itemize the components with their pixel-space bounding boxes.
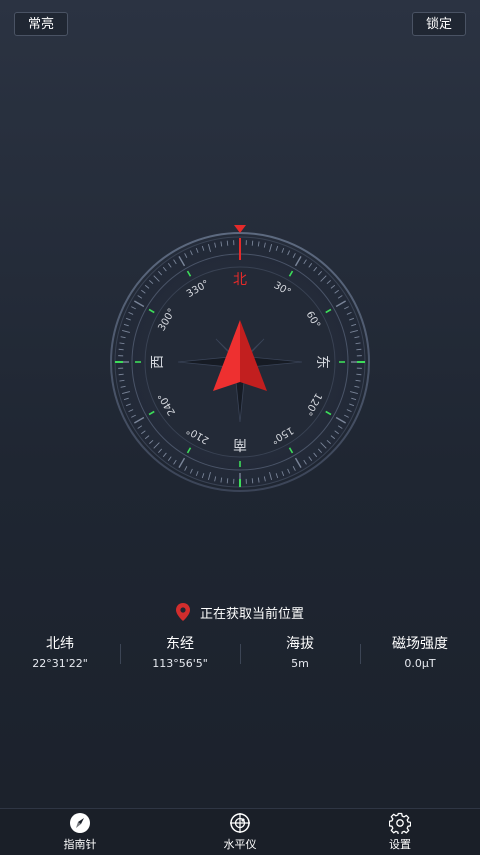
tick-mark (226, 478, 229, 484)
bottom-tab-bar: 指南针 水平仪 设置 (0, 808, 480, 855)
tab-compass-label: 指南针 (63, 838, 97, 851)
direction-north: 北 (233, 272, 247, 288)
compass-graphic: 北东南西30°60°120°150°210°240°300°330° (110, 225, 370, 492)
tick-mark (356, 348, 362, 351)
tick-mark (118, 373, 124, 376)
compass-dial: 北东南西 30° 60° 120° 150° 210° 240° 300° 330° (108, 224, 372, 494)
compass-icon (70, 813, 90, 833)
latitude-column: 北纬 22°31'22" (0, 634, 120, 674)
longitude-value: 113°56'5" (152, 657, 208, 670)
direction-south: 南 (233, 436, 247, 452)
tick-mark (251, 240, 254, 246)
direction-west: 西 (150, 355, 166, 369)
tick-mark (356, 373, 362, 376)
direction-east: 东 (314, 355, 330, 369)
magnetic-field-value: 0.0μT (404, 657, 436, 670)
tab-level-label: 水平仪 (223, 838, 257, 851)
info-grid: 北纬 22°31'22" 东经 113°56'5" 海拔 5m 磁场强度 0.0… (0, 634, 480, 674)
altitude-value: 5m (291, 657, 309, 670)
tick-mark (226, 240, 229, 246)
keep-screen-on-button[interactable]: 常亮 (14, 12, 68, 36)
heading-marker-icon (234, 225, 246, 233)
location-status-text: 正在获取当前位置 (199, 606, 304, 622)
tab-settings-label: 设置 (389, 838, 411, 851)
location-status: 正在获取当前位置 (0, 602, 480, 622)
level-icon (230, 813, 250, 833)
tick-mark (118, 348, 124, 351)
altitude-column: 海拔 5m (240, 634, 360, 674)
gear-icon (389, 812, 411, 834)
altitude-label: 海拔 (286, 636, 314, 652)
lock-button[interactable]: 锁定 (412, 12, 466, 36)
latitude-value: 22°31'22" (32, 657, 88, 670)
location-pin-icon (175, 603, 190, 621)
magnetic-field-column: 磁场强度 0.0μT (360, 634, 480, 674)
longitude-column: 东经 113°56'5" (120, 634, 240, 674)
tab-compass[interactable]: 指南针 (0, 809, 160, 855)
magnetic-field-label: 磁场强度 (392, 636, 448, 652)
tab-level[interactable]: 水平仪 (160, 809, 320, 855)
latitude-label: 北纬 (46, 636, 74, 652)
longitude-label: 东经 (166, 636, 194, 652)
tab-settings[interactable]: 设置 (320, 809, 480, 855)
tick-mark (251, 478, 254, 484)
